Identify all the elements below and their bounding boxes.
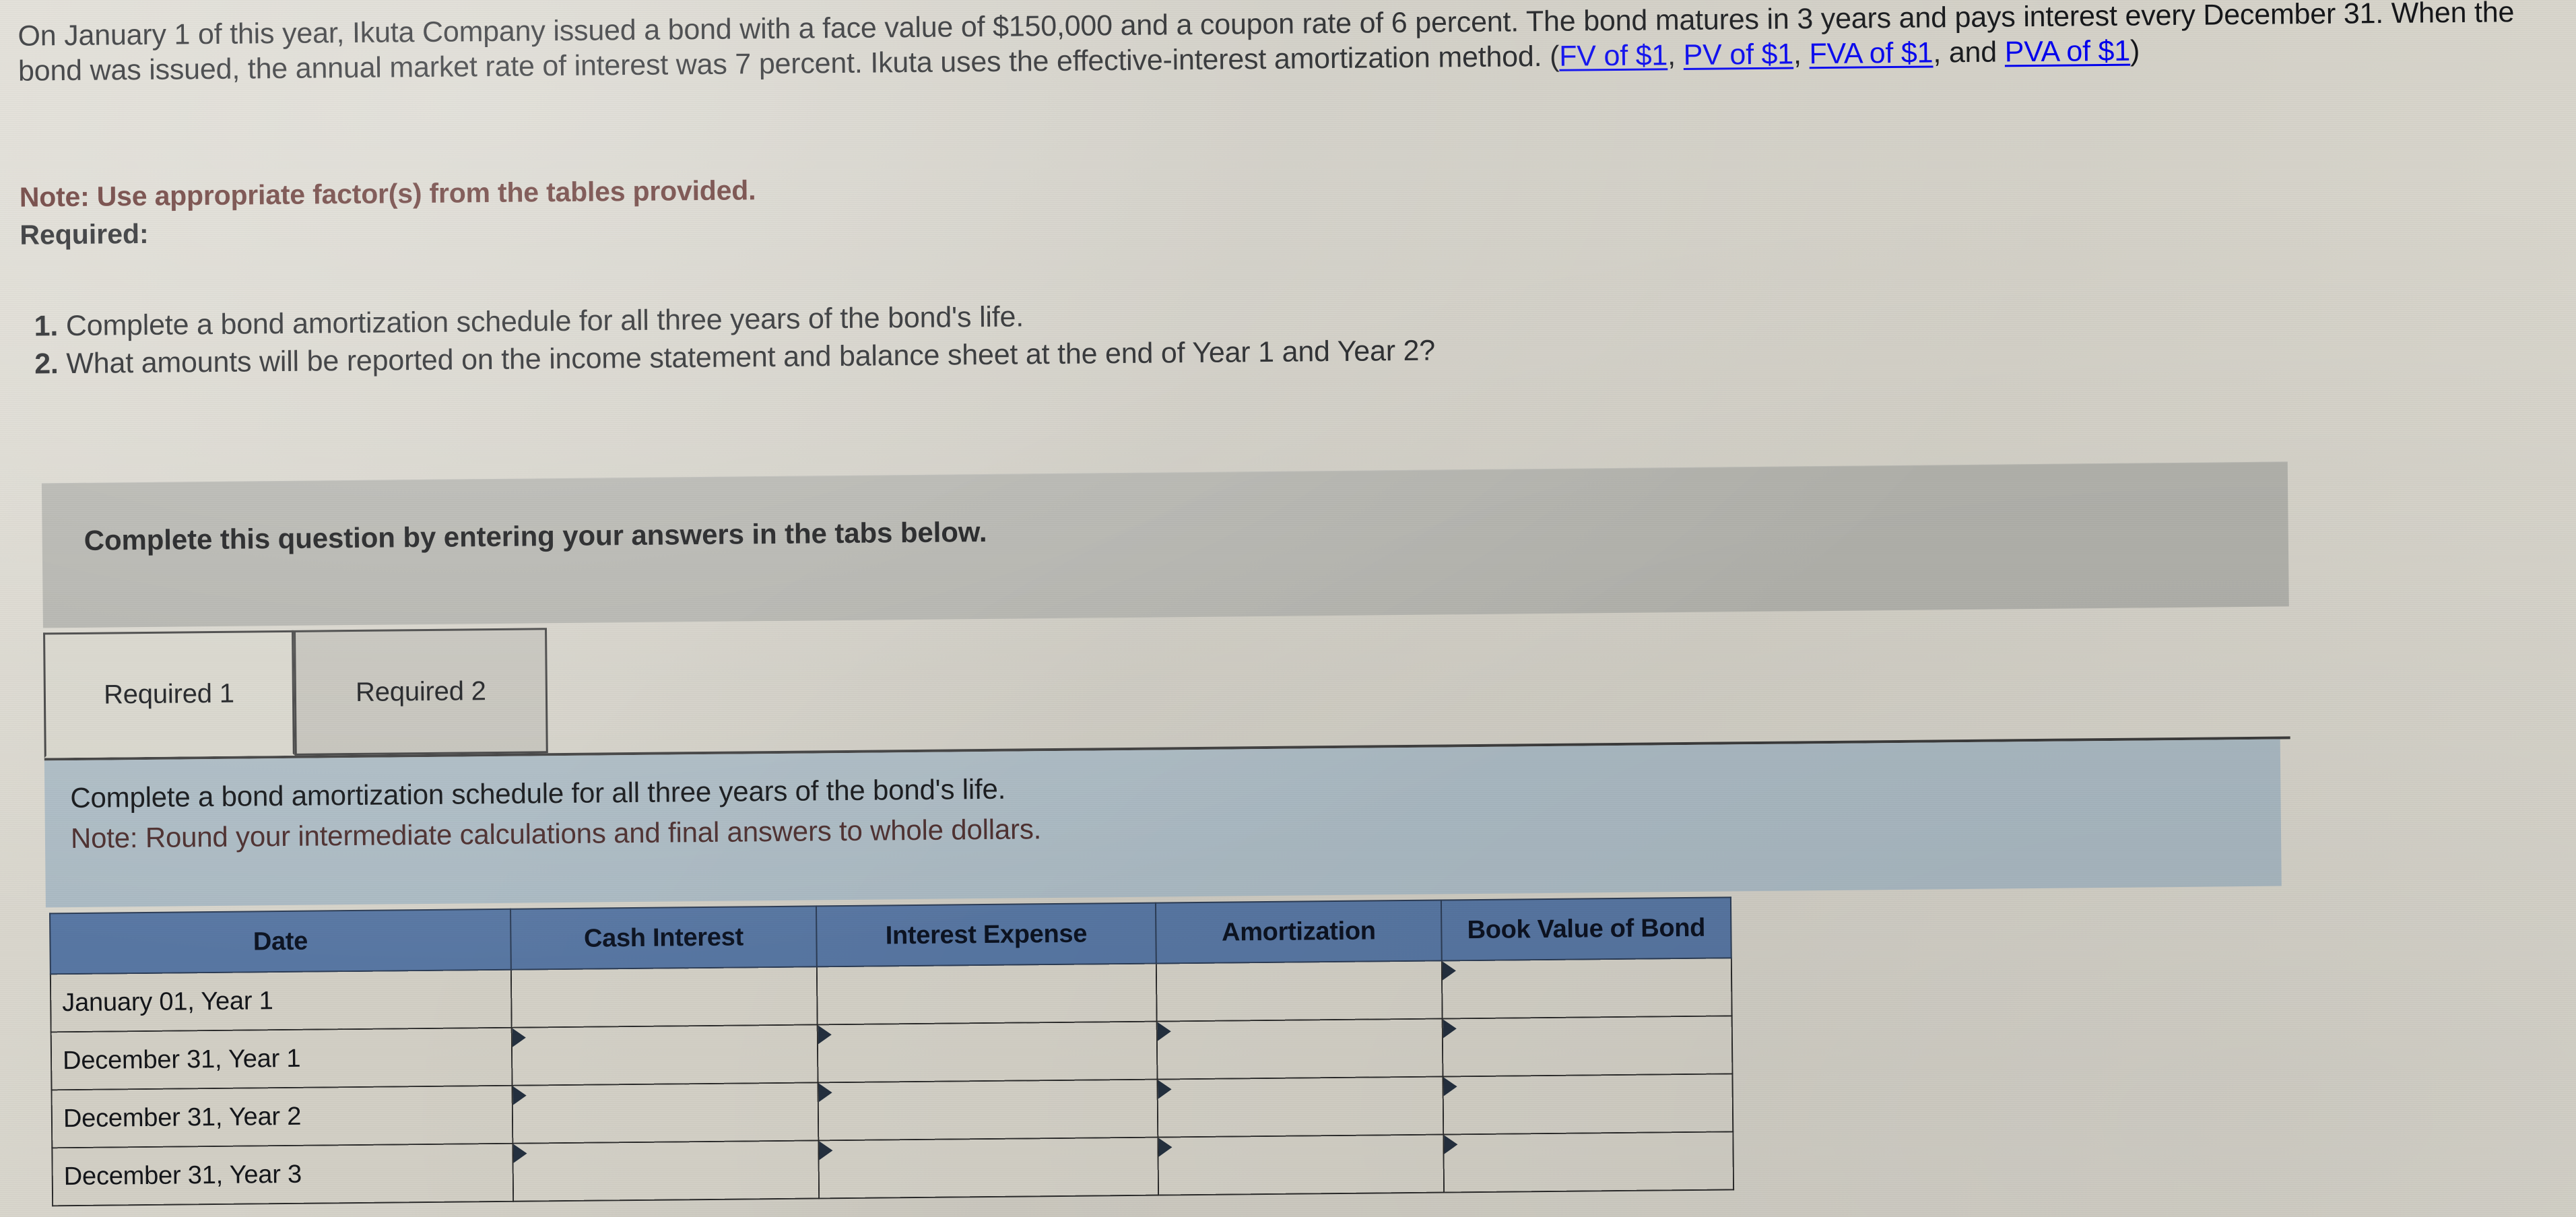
cell-amortization-row-1[interactable]: [1156, 960, 1443, 1022]
cell-marker-triangle-icon: [818, 1025, 832, 1045]
cell-marker-triangle-icon: [1443, 1019, 1457, 1039]
screenshot-canvas: On January 1 of this year, Ikuta Company…: [0, 0, 2576, 1217]
cell-marker-triangle-icon: [1442, 961, 1457, 981]
cell-marker-triangle-icon: [512, 1028, 526, 1047]
fv-of-1-link[interactable]: FV of $1: [1559, 40, 1667, 73]
cell-date-row-3: December 31, Year 2: [51, 1085, 513, 1148]
problem-line-3: Ikuta uses the effective-interest amorti…: [870, 40, 1542, 80]
cell-cash-interest-row-1[interactable]: [510, 966, 818, 1028]
tables-note: Note: Use appropriate factor(s) from the…: [19, 174, 756, 213]
cell-book-value-row-4[interactable]: [1443, 1131, 1734, 1193]
cell-amortization-row-4[interactable]: [1158, 1134, 1445, 1195]
requirement-1-number: 1.: [34, 310, 59, 343]
cell-interest-expense-row-2[interactable]: [817, 1021, 1158, 1083]
cell-amortization-row-2[interactable]: [1156, 1018, 1443, 1080]
link-sep-3: , and: [1933, 36, 2005, 69]
cell-marker-triangle-icon: [1443, 1077, 1457, 1096]
cell-cash-interest-row-2[interactable]: [511, 1024, 818, 1086]
amortization-schedule-table: Date Cash Interest Interest Expense Amor…: [49, 896, 1734, 1206]
cell-marker-triangle-icon: [1157, 1022, 1171, 1041]
cell-interest-expense-row-3[interactable]: [818, 1079, 1158, 1141]
problem-statement: On January 1 of this year, Ikuta Company…: [18, 0, 2571, 90]
cell-interest-expense-row-1[interactable]: [816, 963, 1157, 1025]
cell-marker-triangle-icon: [513, 1086, 527, 1105]
cell-cash-interest-row-4[interactable]: [513, 1140, 820, 1202]
required-label: Required:: [20, 218, 149, 251]
tab-required-1-label: Required 1: [103, 678, 234, 710]
answer-instruction-text: Complete this question by entering your …: [84, 515, 987, 556]
tilted-screen-content: On January 1 of this year, Ikuta Company…: [0, 0, 2576, 1217]
cell-interest-expense-row-4[interactable]: [818, 1137, 1159, 1199]
cell-date-row-4: December 31, Year 3: [52, 1143, 514, 1206]
cell-marker-triangle-icon: [819, 1141, 833, 1160]
requirement-1-instruction-line: Complete a bond amortization schedule fo…: [70, 772, 1006, 814]
tab-required-1[interactable]: Required 1: [43, 630, 295, 758]
pv-of-1-link[interactable]: PV of $1: [1683, 38, 1793, 72]
column-header-book-value: Book Value of Bond: [1441, 897, 1731, 961]
tab-required-2[interactable]: Required 2: [294, 628, 548, 756]
cell-cash-interest-row-3[interactable]: [512, 1082, 819, 1144]
column-header-cash-interest: Cash Interest: [510, 906, 817, 970]
link-sep-1: ,: [1667, 39, 1684, 72]
requirement-1-rounding-note: Note: Round your intermediate calculatio…: [70, 813, 1042, 855]
requirement-2-number: 2.: [34, 348, 59, 381]
cell-amortization-row-3[interactable]: [1157, 1076, 1444, 1138]
cell-book-value-row-1[interactable]: [1441, 958, 1732, 1019]
cell-book-value-row-2[interactable]: [1442, 1016, 1733, 1077]
factor-links-close-paren: ): [2129, 34, 2140, 68]
cell-marker-triangle-icon: [818, 1083, 832, 1103]
cell-marker-triangle-icon: [1158, 1138, 1173, 1157]
cell-book-value-row-3[interactable]: [1443, 1074, 1733, 1135]
link-sep-2: ,: [1793, 38, 1810, 71]
requirement-1-instructions: Complete a bond amortization schedule fo…: [44, 739, 2282, 908]
requirement-tabs: Required 1 Required 2: [43, 611, 2290, 761]
factor-links-open-paren: (: [1549, 40, 1560, 73]
pva-of-1-link[interactable]: PVA of $1: [2004, 35, 2130, 69]
requirement-1-text: Complete a bond amortization schedule fo…: [65, 300, 1024, 343]
column-header-amortization: Amortization: [1155, 900, 1442, 964]
tab-required-2-label: Required 2: [355, 676, 486, 707]
answer-instruction-banner: Complete this question by entering your …: [41, 461, 2289, 628]
cell-date-row-1: January 01, Year 1: [50, 969, 512, 1032]
amortization-table-body: January 01, Year 1 December 31, Year 1 D…: [50, 958, 1734, 1206]
amortization-table-wrapper: Date Cash Interest Interest Expense Amor…: [49, 897, 1734, 1207]
column-header-interest-expense: Interest Expense: [816, 902, 1156, 967]
fva-of-1-link[interactable]: FVA of $1: [1809, 37, 1933, 71]
cell-marker-triangle-icon: [513, 1144, 527, 1163]
requirements-list: 1. Complete a bond amortization schedule…: [34, 285, 2459, 383]
cell-marker-triangle-icon: [1444, 1135, 1458, 1154]
column-header-date: Date: [50, 909, 511, 975]
cell-marker-triangle-icon: [1158, 1080, 1172, 1099]
cell-date-row-2: December 31, Year 1: [51, 1027, 513, 1090]
